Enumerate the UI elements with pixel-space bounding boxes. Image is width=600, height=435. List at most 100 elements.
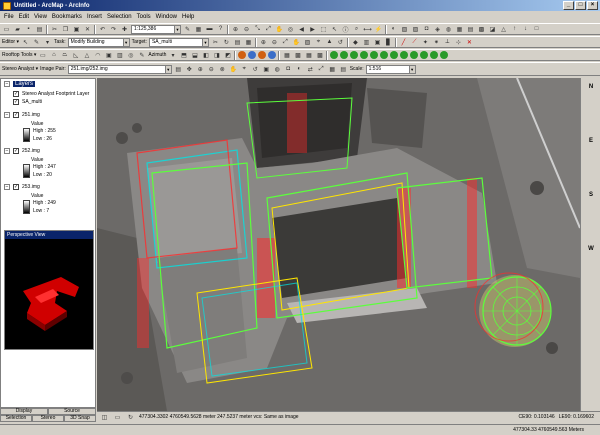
close-button[interactable]: × xyxy=(587,1,598,10)
task-combo[interactable]: Modify Building ▼ xyxy=(67,37,130,47)
command-line-icon[interactable]: ▬ xyxy=(205,25,214,34)
blue-circle-icon[interactable] xyxy=(268,51,277,59)
azimuth-dropdown-icon[interactable]: ▾ xyxy=(168,51,177,60)
roof-tool-icon[interactable]: ◧ xyxy=(201,51,210,60)
refresh-icon[interactable]: ↺ xyxy=(336,38,345,47)
green-circle-icon[interactable] xyxy=(420,51,429,59)
menu-tools[interactable]: Tools xyxy=(137,14,151,20)
zoom-out-icon[interactable]: ⊖ xyxy=(270,38,279,47)
menu-insert[interactable]: Insert xyxy=(87,14,102,20)
roof-tool-icon[interactable]: ⬒ xyxy=(179,51,188,60)
toc-layer-sa-multi[interactable]: ✓ SA_multi xyxy=(13,99,42,105)
terrain-icon[interactable]: ▲ xyxy=(325,38,334,47)
layout-view-icon[interactable]: ▭ xyxy=(113,413,122,422)
new-document-icon[interactable]: ▭ xyxy=(2,25,11,34)
triangle-icon[interactable]: △ xyxy=(499,25,508,34)
zoom-in-icon[interactable]: ⊕ xyxy=(231,25,240,34)
roof-gable-icon[interactable]: ⌂ xyxy=(49,51,58,60)
copy-icon[interactable]: ❐ xyxy=(61,25,70,34)
edge-icon[interactable]: ⟂ xyxy=(443,38,452,47)
green-circle-icon[interactable] xyxy=(370,51,379,59)
stereo-refresh-icon[interactable]: ↺ xyxy=(251,65,260,74)
rotate-tool-icon[interactable]: ↻ xyxy=(222,38,231,47)
roof-shed-icon[interactable]: ◺ xyxy=(71,51,80,60)
find-icon[interactable]: ⌕ xyxy=(352,25,361,34)
delete-icon[interactable]: ✕ xyxy=(83,25,92,34)
roof-tool-icon[interactable]: ◩ xyxy=(223,51,232,60)
layer-checkbox[interactable]: ✓ xyxy=(13,99,19,105)
roof-ring-icon[interactable]: ◎ xyxy=(126,51,135,60)
feature-icon[interactable]: ◆ xyxy=(351,38,360,47)
rooftop-tools-menu[interactable]: Rooftop Tools ▾ xyxy=(2,52,36,58)
forward-extent-icon[interactable]: ▶ xyxy=(308,25,317,34)
image-pair-combo[interactable]: 251.img/252.img ▼ xyxy=(67,64,172,74)
vertex-icon[interactable]: ✦ xyxy=(421,38,430,47)
menu-edit[interactable]: Edit xyxy=(19,14,29,20)
identify-icon[interactable]: ⓘ xyxy=(341,25,350,34)
stereo-cursor-icon[interactable]: ⌖ xyxy=(240,65,249,74)
collapse-icon[interactable]: − xyxy=(4,112,10,118)
stereo-swap-icon[interactable]: ⇄ xyxy=(306,65,315,74)
layer-checkbox[interactable]: ✓ xyxy=(13,184,19,190)
stereo-zoom-in-icon[interactable]: ⊕ xyxy=(196,65,205,74)
toc-layer-251[interactable]: − ✓ 251.img xyxy=(4,112,40,118)
image-pair-icon[interactable]: ▤ xyxy=(174,65,183,74)
square-icon[interactable]: □ xyxy=(532,25,541,34)
grid-icon[interactable]: ▦ xyxy=(455,25,464,34)
menu-bookmarks[interactable]: Bookmarks xyxy=(52,14,82,20)
editor-menu[interactable]: Editor ▾ xyxy=(2,39,19,45)
stereo-color-icon[interactable]: ◐ xyxy=(295,65,304,74)
layer-checkbox[interactable]: ✓ xyxy=(13,112,19,118)
green-circle-icon[interactable] xyxy=(440,51,449,59)
green-circle-icon[interactable] xyxy=(340,51,349,59)
collapse-icon[interactable]: − xyxy=(4,148,10,154)
select-features-icon[interactable]: ⬚ xyxy=(319,25,328,34)
stereo-map-view[interactable] xyxy=(97,78,580,411)
stereo-pan-icon[interactable]: ✥ xyxy=(185,65,194,74)
grid-icon[interactable]: ▦ xyxy=(282,51,291,60)
globe-icon[interactable]: ◍ xyxy=(444,25,453,34)
stereo-fit-icon[interactable]: ⤢ xyxy=(317,65,326,74)
roof-box-icon[interactable]: ▣ xyxy=(104,51,113,60)
roof-cone-icon[interactable]: △ xyxy=(82,51,91,60)
sketch-properties-icon[interactable]: ▦ xyxy=(244,38,253,47)
stereo-scale-combo[interactable]: 1:516 ▼ xyxy=(365,64,416,74)
collapse-icon[interactable]: − xyxy=(4,81,10,87)
editor-toolbar-icon[interactable]: ✎ xyxy=(183,25,192,34)
tab-display[interactable]: Display xyxy=(0,408,48,415)
arctoolbox-icon[interactable]: ▦ xyxy=(194,25,203,34)
grid-icon[interactable]: ▦ xyxy=(304,51,313,60)
stereo-zoom-out-icon[interactable]: ⊖ xyxy=(207,65,216,74)
chevron-down-icon[interactable]: ▼ xyxy=(201,38,208,46)
chevron-down-icon[interactable]: ▼ xyxy=(122,38,129,46)
chevron-down-icon[interactable]: ▼ xyxy=(174,25,180,33)
back-extent-icon[interactable]: ◀ xyxy=(297,25,306,34)
paste-icon[interactable]: ▣ xyxy=(72,25,81,34)
save-icon[interactable]: ▪ xyxy=(24,25,33,34)
stereo-analyst-menu[interactable]: Stereo Analyst ▾ xyxy=(2,66,38,72)
green-circle-icon[interactable] xyxy=(350,51,359,59)
open-folder-icon[interactable]: ▰ xyxy=(13,25,22,34)
image-icon[interactable]: ▨ xyxy=(303,38,312,47)
cut-icon[interactable]: ✂ xyxy=(50,25,59,34)
tab-selection[interactable]: Selection xyxy=(0,415,32,422)
fixed-zoom-out-icon[interactable]: ⤢ xyxy=(264,25,273,34)
cube-icon[interactable]: ◪ xyxy=(488,25,497,34)
stereo-layer-icon[interactable]: ▤ xyxy=(339,65,348,74)
select-elements-icon[interactable]: ↖ xyxy=(330,25,339,34)
stereo-grid-icon[interactable]: ▦ xyxy=(328,65,337,74)
roof-hip-icon[interactable]: ⏢ xyxy=(60,51,69,60)
tab-stereo[interactable]: Stereo xyxy=(32,415,64,422)
cursor-icon[interactable]: ⌖ xyxy=(314,38,323,47)
chevron-down-icon[interactable]: ▼ xyxy=(164,65,171,73)
green-circle-icon[interactable] xyxy=(390,51,399,59)
arrow-down-icon[interactable]: ↓ xyxy=(521,25,530,34)
green-circle-icon[interactable] xyxy=(360,51,369,59)
tab-source[interactable]: Source xyxy=(48,408,96,415)
data-view-icon[interactable]: ◫ xyxy=(100,413,109,422)
line-tool-icon[interactable]: ╱ xyxy=(399,38,408,47)
sketch-tool-icon[interactable]: ✎ xyxy=(32,38,41,47)
toc-layer-252[interactable]: − ✓ 252.img xyxy=(4,148,40,154)
stereo-roam-icon[interactable]: ✋ xyxy=(229,65,238,74)
roof-edit-icon[interactable]: ✎ xyxy=(137,51,146,60)
